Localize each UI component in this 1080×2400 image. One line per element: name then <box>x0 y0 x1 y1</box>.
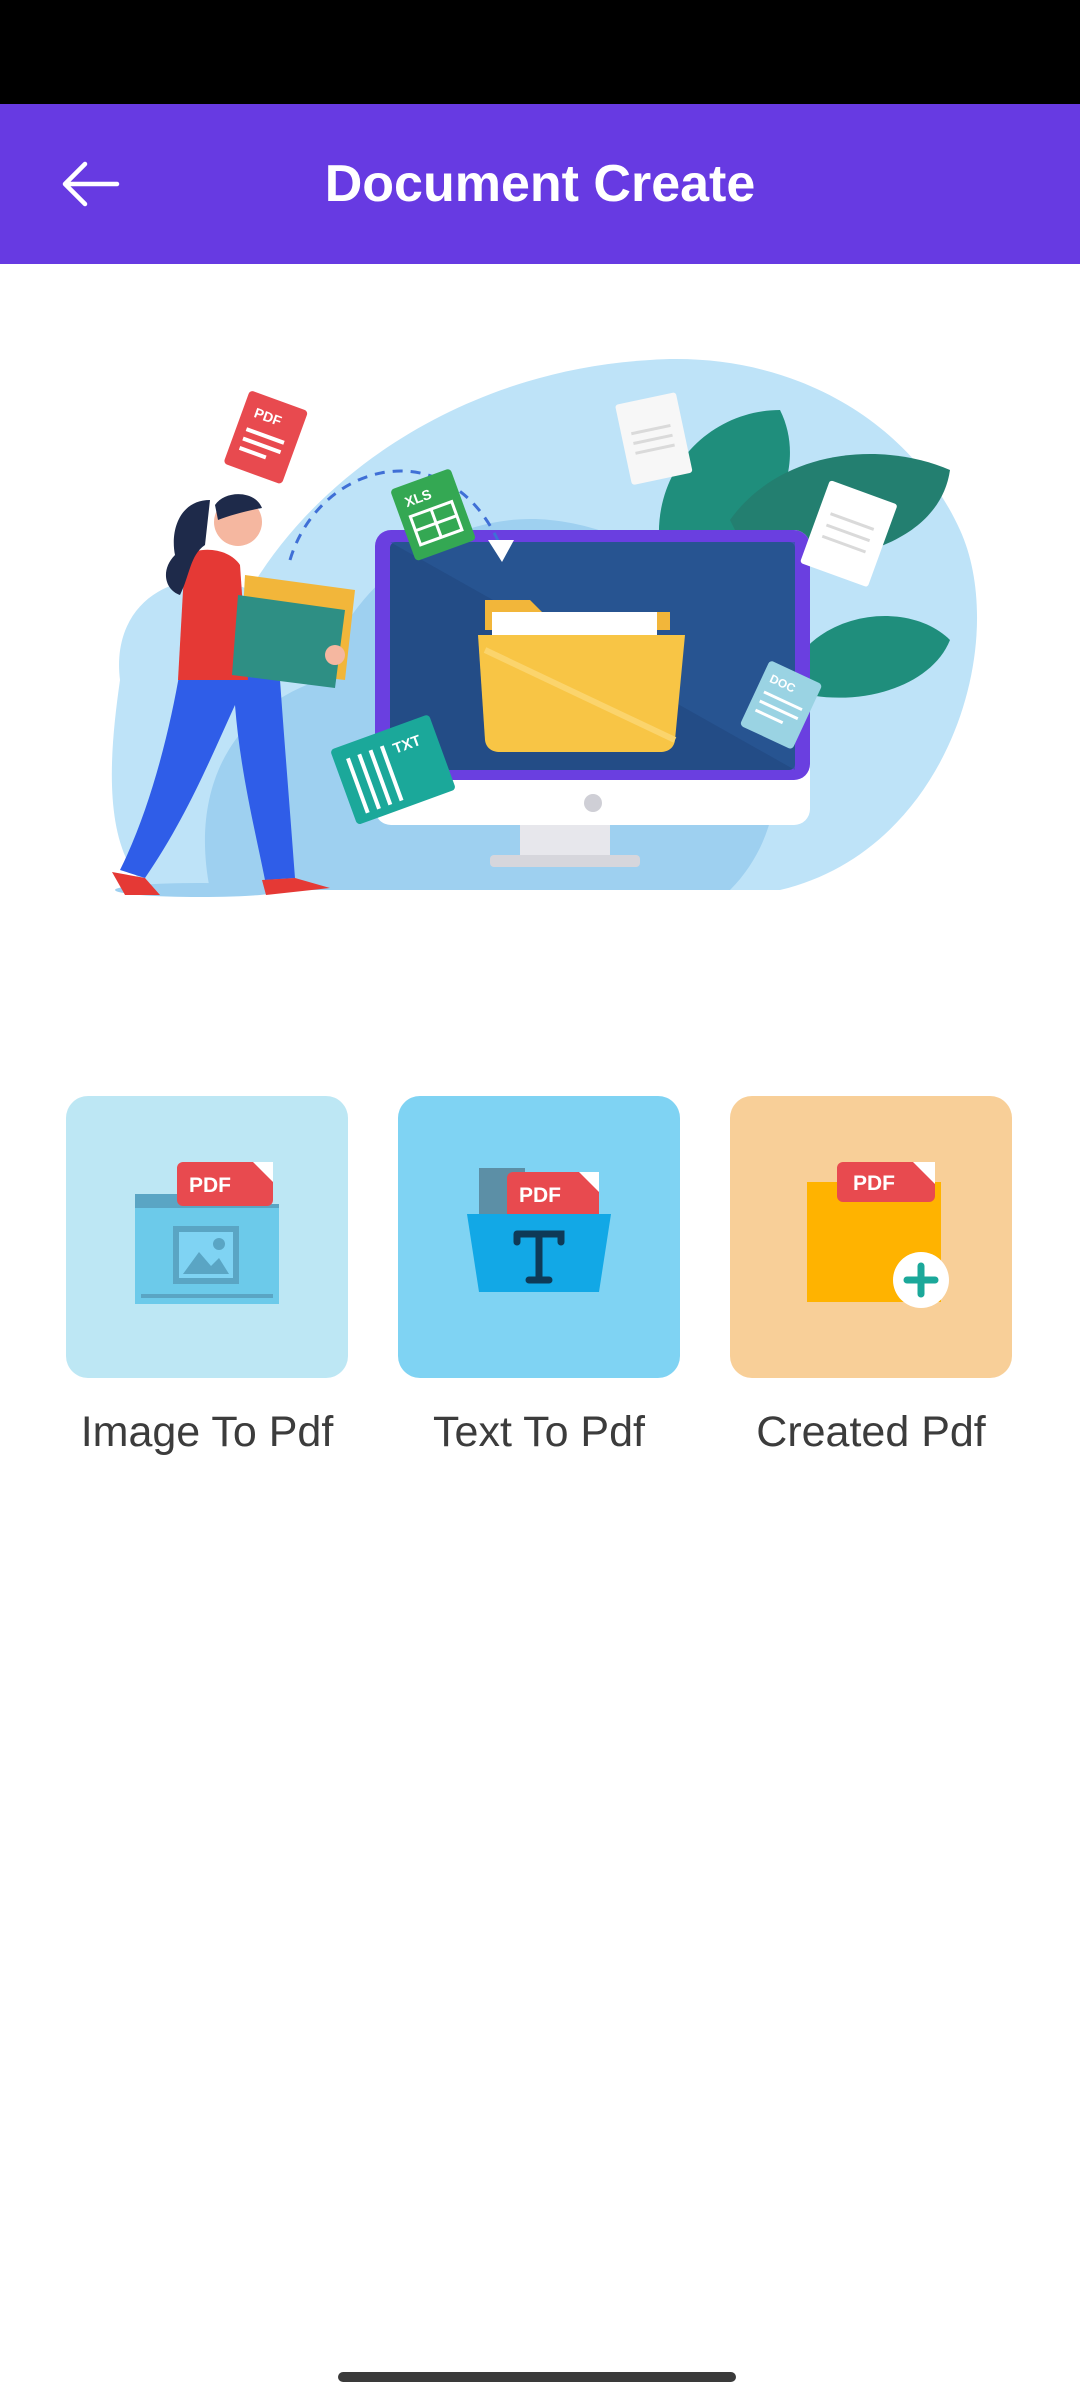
image-to-pdf-label: Image To Pdf <box>80 1408 334 1456</box>
screen: Document Create PDF XLS TXT DOC PDF Imag… <box>0 0 1080 2400</box>
image-to-pdf-tile[interactable]: PDF Image To Pdf <box>66 1096 348 1457</box>
document-management-illustration: PDF XLS TXT DOC <box>111 359 978 897</box>
pdf-badge: PDF <box>853 1172 895 1195</box>
created-pdf-folder-icon: PDF <box>807 1162 949 1308</box>
text-to-pdf-tile[interactable]: PDF Text To Pdf <box>398 1096 680 1457</box>
page-title: Document Create <box>324 155 756 213</box>
app-bar: Document Create <box>0 104 1080 264</box>
text-to-pdf-button[interactable]: PDF <box>398 1096 680 1378</box>
created-pdf-label: Created Pdf <box>756 1408 986 1456</box>
image-to-pdf-icon: PDF <box>135 1162 279 1304</box>
created-pdf-button[interactable]: PDF <box>730 1096 1012 1378</box>
action-tiles: PDF Image To Pdf PDF Text To Pdf PDF Cre… <box>66 1096 1014 1476</box>
created-pdf-tile[interactable]: PDF Created Pdf <box>730 1096 1012 1457</box>
image-to-pdf-button[interactable]: PDF <box>66 1096 348 1378</box>
home-indicator[interactable] <box>338 2372 736 2382</box>
text-to-pdf-icon: PDF <box>467 1168 611 1292</box>
pdf-badge: PDF <box>189 1174 231 1197</box>
pdf-badge: PDF <box>519 1184 561 1207</box>
text-to-pdf-label: Text To Pdf <box>433 1408 645 1456</box>
status-bar <box>0 0 1080 104</box>
